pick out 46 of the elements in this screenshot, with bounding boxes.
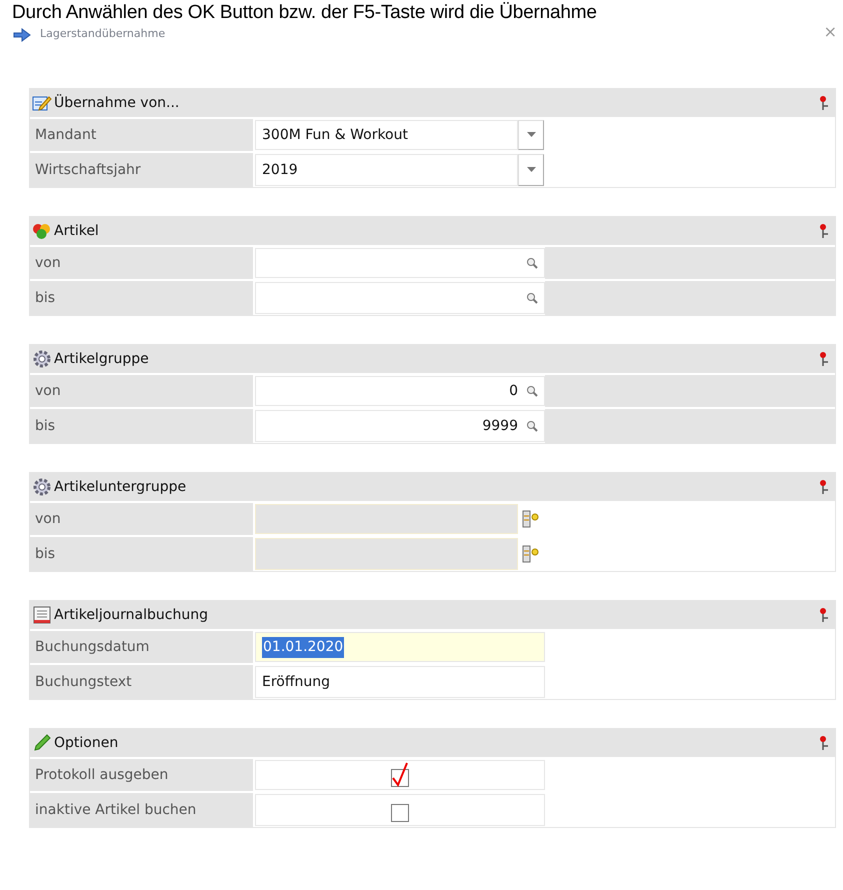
field-label: bis	[30, 537, 255, 571]
lookup-field[interactable]	[255, 248, 545, 278]
lookup-field[interactable]: 0	[255, 376, 545, 406]
field-label: von	[30, 503, 255, 535]
dropdown-button[interactable]	[518, 154, 544, 186]
lookup-field[interactable]	[255, 282, 545, 314]
section-title: Optionen	[54, 734, 120, 752]
search-icon[interactable]	[526, 257, 538, 269]
dropdown-field[interactable]: 300M Fun & Workout	[255, 120, 518, 150]
section-title: Übernahme von...	[54, 93, 180, 112]
section-title: Artikelgruppe	[54, 350, 150, 368]
field-label: Protokoll ausgeben	[30, 759, 255, 791]
field-label: Buchungsdatum	[30, 631, 255, 663]
colored-balls-icon	[32, 222, 52, 240]
field-label: inaktive Artikel buchen	[30, 793, 255, 827]
caret-icon	[526, 132, 536, 138]
dropdown-field[interactable]: 2019	[255, 154, 518, 186]
input-field[interactable]: Eröffnung	[255, 666, 545, 698]
field-label: Mandant	[30, 119, 255, 151]
pin-icon[interactable]	[819, 351, 829, 367]
field-label: Buchungstext	[30, 665, 255, 699]
caret-icon	[526, 167, 536, 173]
field-label: Wirtschaftsjahr	[30, 153, 255, 187]
search-icon[interactable]	[526, 420, 538, 432]
pin-icon[interactable]	[819, 95, 829, 111]
input-field[interactable]: 01.01.2020	[255, 632, 545, 662]
window-title: Lagerstandübernahme	[40, 27, 166, 41]
section-title: Artikeluntergruppe	[54, 478, 188, 496]
search-icon[interactable]	[526, 385, 538, 397]
pencil-icon	[32, 733, 52, 753]
search-icon[interactable]	[526, 292, 538, 304]
lookup-field[interactable]: 9999	[255, 410, 545, 442]
field-label: bis	[30, 409, 255, 443]
section-title: Artikel	[54, 222, 100, 240]
section-title: Artikeljournalbuchung	[54, 606, 209, 624]
pin-icon[interactable]	[819, 479, 829, 495]
pin-icon[interactable]	[819, 735, 829, 751]
dropdown-button[interactable]	[518, 120, 544, 150]
checkbox[interactable]	[390, 762, 410, 788]
field-label: von	[30, 375, 255, 407]
field-label: von	[30, 247, 255, 279]
pin-icon[interactable]	[819, 607, 829, 623]
note-edit-icon	[32, 94, 52, 112]
field-label: bis	[30, 281, 255, 315]
instruction-text: Durch Anwählen des OK Button bzw. der F5-Taste wird die Übernahme	[12, 1, 597, 25]
pin-icon[interactable]	[819, 223, 829, 239]
